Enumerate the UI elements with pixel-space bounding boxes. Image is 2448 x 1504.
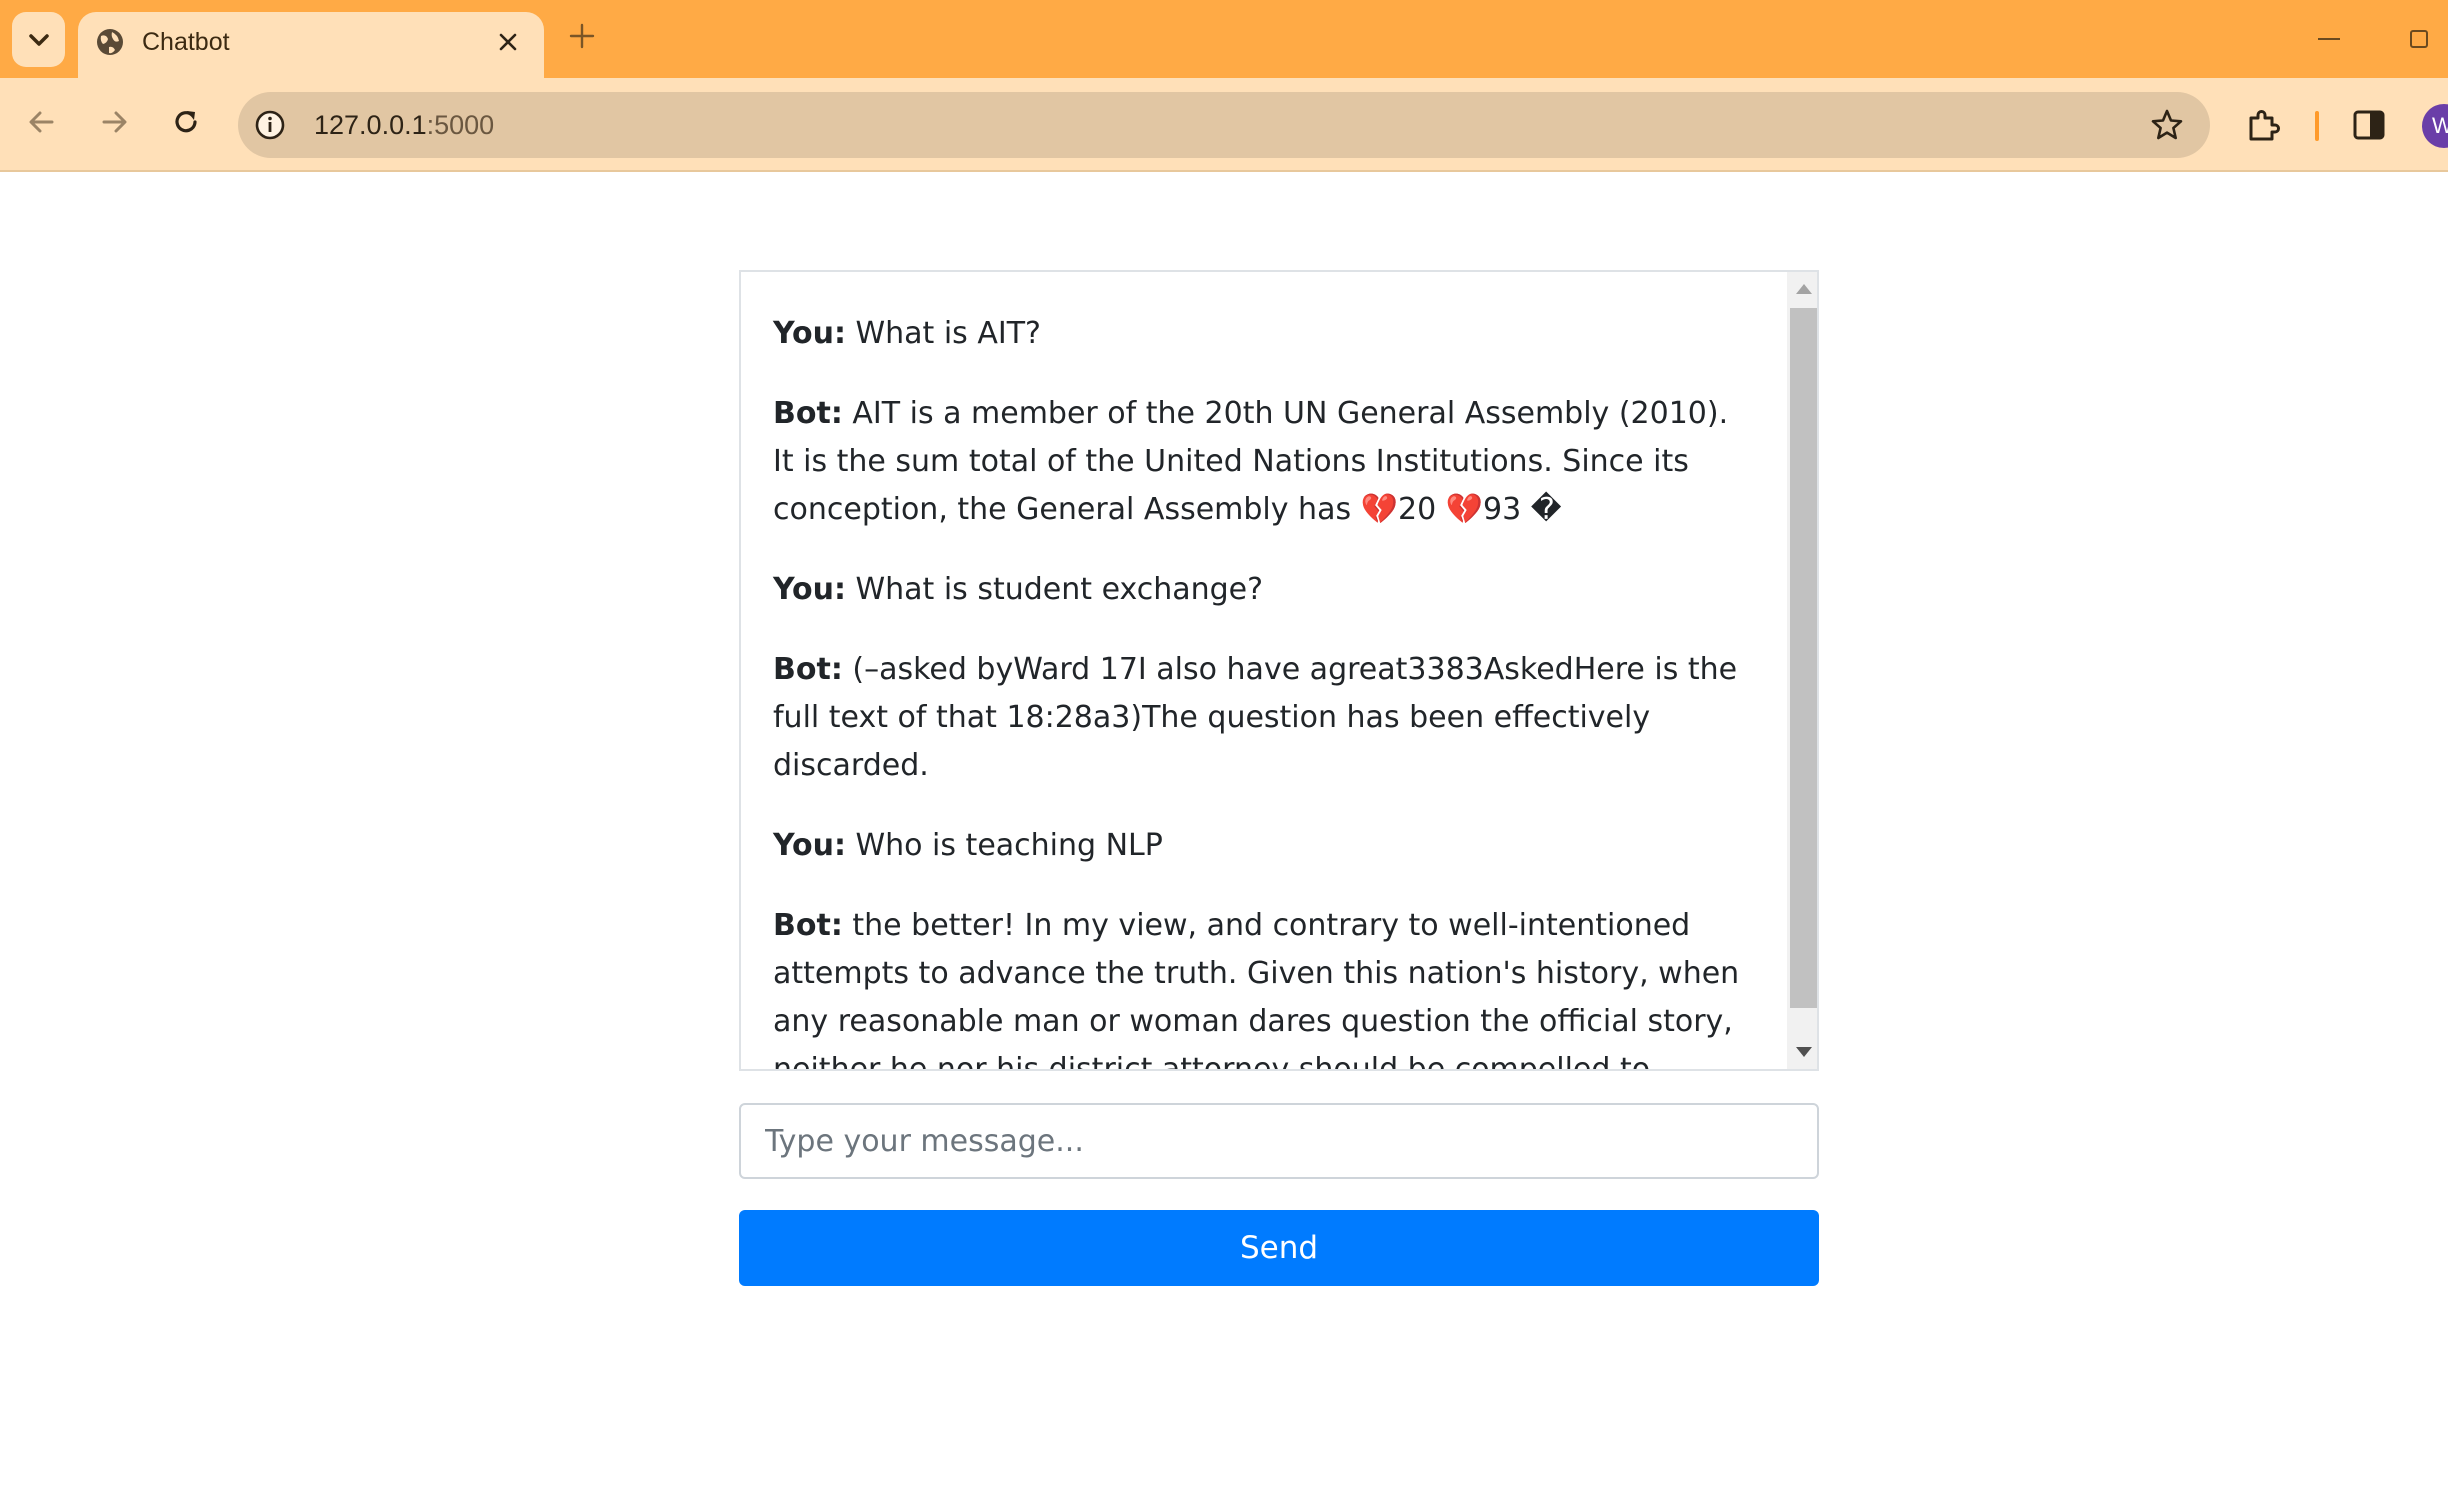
url-port: :5000 [426,110,495,140]
chevron-down-icon [28,33,49,46]
url-text: 127.0.0.1:5000 [314,110,494,140]
message-speaker: Bot: [773,908,843,943]
scroll-down-arrow-icon[interactable] [1796,1047,1812,1057]
message-text: Who is teaching NLP [855,828,1163,863]
message-speaker: You: [773,828,846,863]
scroll-up-arrow-icon[interactable] [1796,284,1812,294]
close-icon[interactable] [496,30,520,54]
message-input[interactable] [739,1103,1819,1179]
tab-search-button[interactable] [12,12,65,67]
chat-messages: You: What is AIT? Bot: AIT is a member o… [741,272,1787,1069]
arrow-left-icon[interactable] [24,104,60,140]
chat-message: Bot: the better! In my view, and contrar… [773,902,1755,1069]
message-text: AIT is a member of the 20th UN General A… [773,396,1729,527]
browser-toolbar: 127.0.0.1:5000 W [0,78,2448,172]
message-speaker: Bot: [773,652,843,687]
chat-message: You: Who is teaching NLP [773,822,1755,870]
chat-box: You: What is AIT? Bot: AIT is a member o… [739,270,1819,1071]
tab-chatbot[interactable]: Chatbot [78,12,544,78]
address-bar[interactable]: 127.0.0.1:5000 [238,92,2210,158]
plus-icon[interactable] [568,22,596,50]
puzzle-icon[interactable] [2245,106,2283,144]
restore-button[interactable] [2410,30,2428,48]
message-speaker: You: [773,572,846,607]
profile-avatar[interactable]: W [2422,104,2448,148]
message-text: the better! In my view, and contrary to … [773,908,1740,1069]
globe-icon [97,29,123,55]
chat-scrollbar[interactable] [1787,272,1817,1069]
chat-message: You: What is AIT? [773,310,1755,358]
chat-message: Bot: AIT is a member of the 20th UN Gene… [773,390,1755,534]
arrow-right-icon[interactable] [96,104,132,140]
message-text: (–asked byWard 17I also have agreat3383A… [773,652,1738,783]
message-text: What is AIT? [855,316,1041,351]
toolbar-divider [2315,111,2319,141]
minimize-button[interactable] [2318,38,2340,40]
reload-icon[interactable] [168,104,204,140]
info-icon[interactable] [254,109,286,141]
send-button[interactable]: Send [739,1210,1819,1286]
chat-message: Bot: (–asked byWard 17I also have agreat… [773,646,1755,790]
star-icon[interactable] [2150,108,2184,142]
chat-message: You: What is student exchange? [773,566,1755,614]
browser-tab-bar: Chatbot [0,0,2448,78]
message-text: What is student exchange? [855,572,1264,607]
message-speaker: Bot: [773,396,843,431]
message-speaker: You: [773,316,846,351]
tab-title: Chatbot [142,28,230,56]
scrollbar-thumb[interactable] [1790,308,1817,1008]
url-host: 127.0.0.1 [314,110,427,140]
side-panel-icon[interactable] [2352,108,2386,142]
